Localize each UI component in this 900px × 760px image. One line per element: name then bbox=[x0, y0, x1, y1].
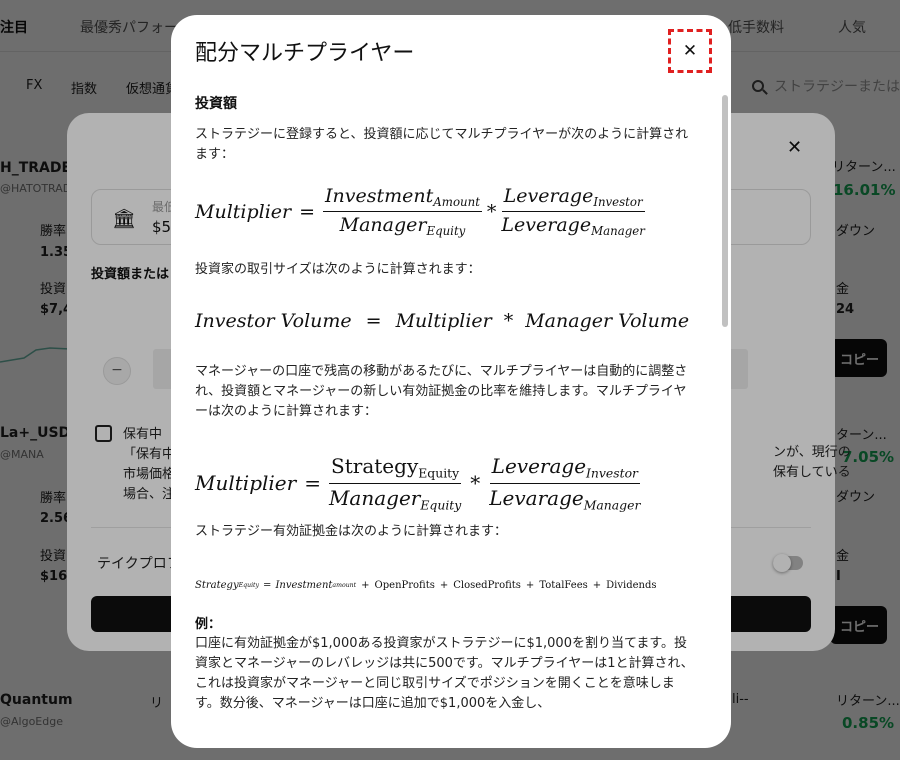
modal-title: 配分マルチプライヤー bbox=[195, 41, 415, 66]
example-text: 口座に有効証拠金が$1,000ある投資家がストラテジーに$1,000を割り当てま… bbox=[195, 635, 694, 711]
scrollbar-thumb[interactable] bbox=[722, 95, 728, 327]
investor-volume-formula: Investor Volume = Multiplier * Manager V… bbox=[195, 310, 690, 333]
close-icon: ✕ bbox=[682, 41, 698, 61]
strategy-equity-formula: Strategy Equity = Investment amount + Open… bbox=[195, 579, 657, 591]
modal-content: 投資額 ストラテジーに登録すると、投資額に応じてマルチプライヤーが次のように計算… bbox=[195, 93, 695, 714]
close-button[interactable]: ✕ bbox=[668, 29, 712, 73]
investor-volume-intro: 投資家の取引サイズは次のように計算されます： bbox=[195, 262, 481, 278]
strategy-equity-intro: ストラテジー有効証拠金は次のように計算されます： bbox=[195, 523, 508, 539]
allocation-multiplier-modal: 配分マルチプライヤー ✕ 投資額 ストラテジーに登録すると、投資額に応じてマルチ… bbox=[171, 15, 731, 748]
section-heading: 投資額 bbox=[195, 96, 237, 112]
intro-text: ストラテジーに登録すると、投資額に応じてマルチプライヤーが次のように計算されます… bbox=[195, 127, 689, 162]
multiplier-equity-formula: Multiplier = StrategyEquity ManagerEquity… bbox=[195, 454, 641, 512]
multiplier-adjust-text: マネージャーの口座で残高の移動があるたびに、マルチプライヤーは自動的に調整され、… bbox=[195, 364, 688, 420]
multiplier-formula: Multiplier = InvestmentAmount ManagerEqui… bbox=[195, 185, 645, 239]
example-heading: 例： bbox=[195, 616, 222, 632]
